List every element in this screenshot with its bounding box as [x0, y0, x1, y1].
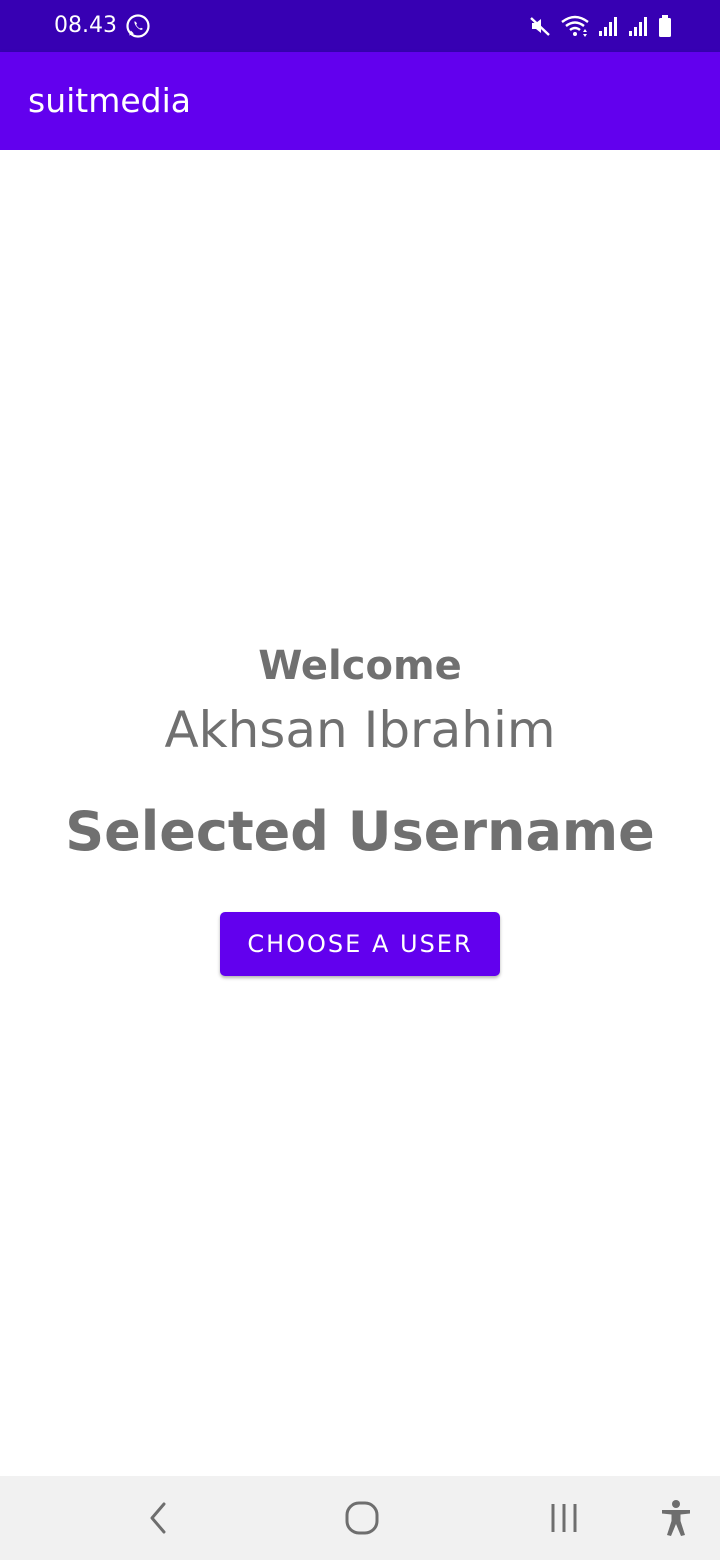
home-icon[interactable]: [338, 1494, 386, 1542]
mute-icon: [528, 14, 552, 38]
recents-icon[interactable]: [540, 1494, 588, 1542]
main-content: Welcome Akhsan Ibrahim Selected Username…: [0, 150, 720, 1476]
app-title: suitmedia: [28, 81, 192, 120]
status-bar: 08.43: [0, 0, 720, 52]
accessibility-icon[interactable]: [652, 1494, 700, 1542]
signal-icon: [598, 14, 620, 38]
wifi-icon: [560, 14, 590, 38]
user-name: Akhsan Ibrahim: [164, 701, 556, 759]
choose-user-button[interactable]: CHOOSE A USER: [220, 912, 500, 976]
selected-username: Selected Username: [65, 800, 655, 863]
status-icons: [528, 12, 672, 40]
battery-icon: [658, 14, 672, 38]
status-time: 08.43: [54, 13, 117, 38]
app-bar: suitmedia: [0, 52, 720, 150]
navigation-bar: [0, 1476, 720, 1560]
whatsapp-icon: [124, 12, 152, 40]
signal-icon: [628, 14, 650, 38]
screen: 08.43 suitmedia Welcome Akhsan Ibrahim S…: [0, 0, 720, 1560]
back-icon[interactable]: [134, 1494, 182, 1542]
welcome-label: Welcome: [258, 643, 462, 689]
